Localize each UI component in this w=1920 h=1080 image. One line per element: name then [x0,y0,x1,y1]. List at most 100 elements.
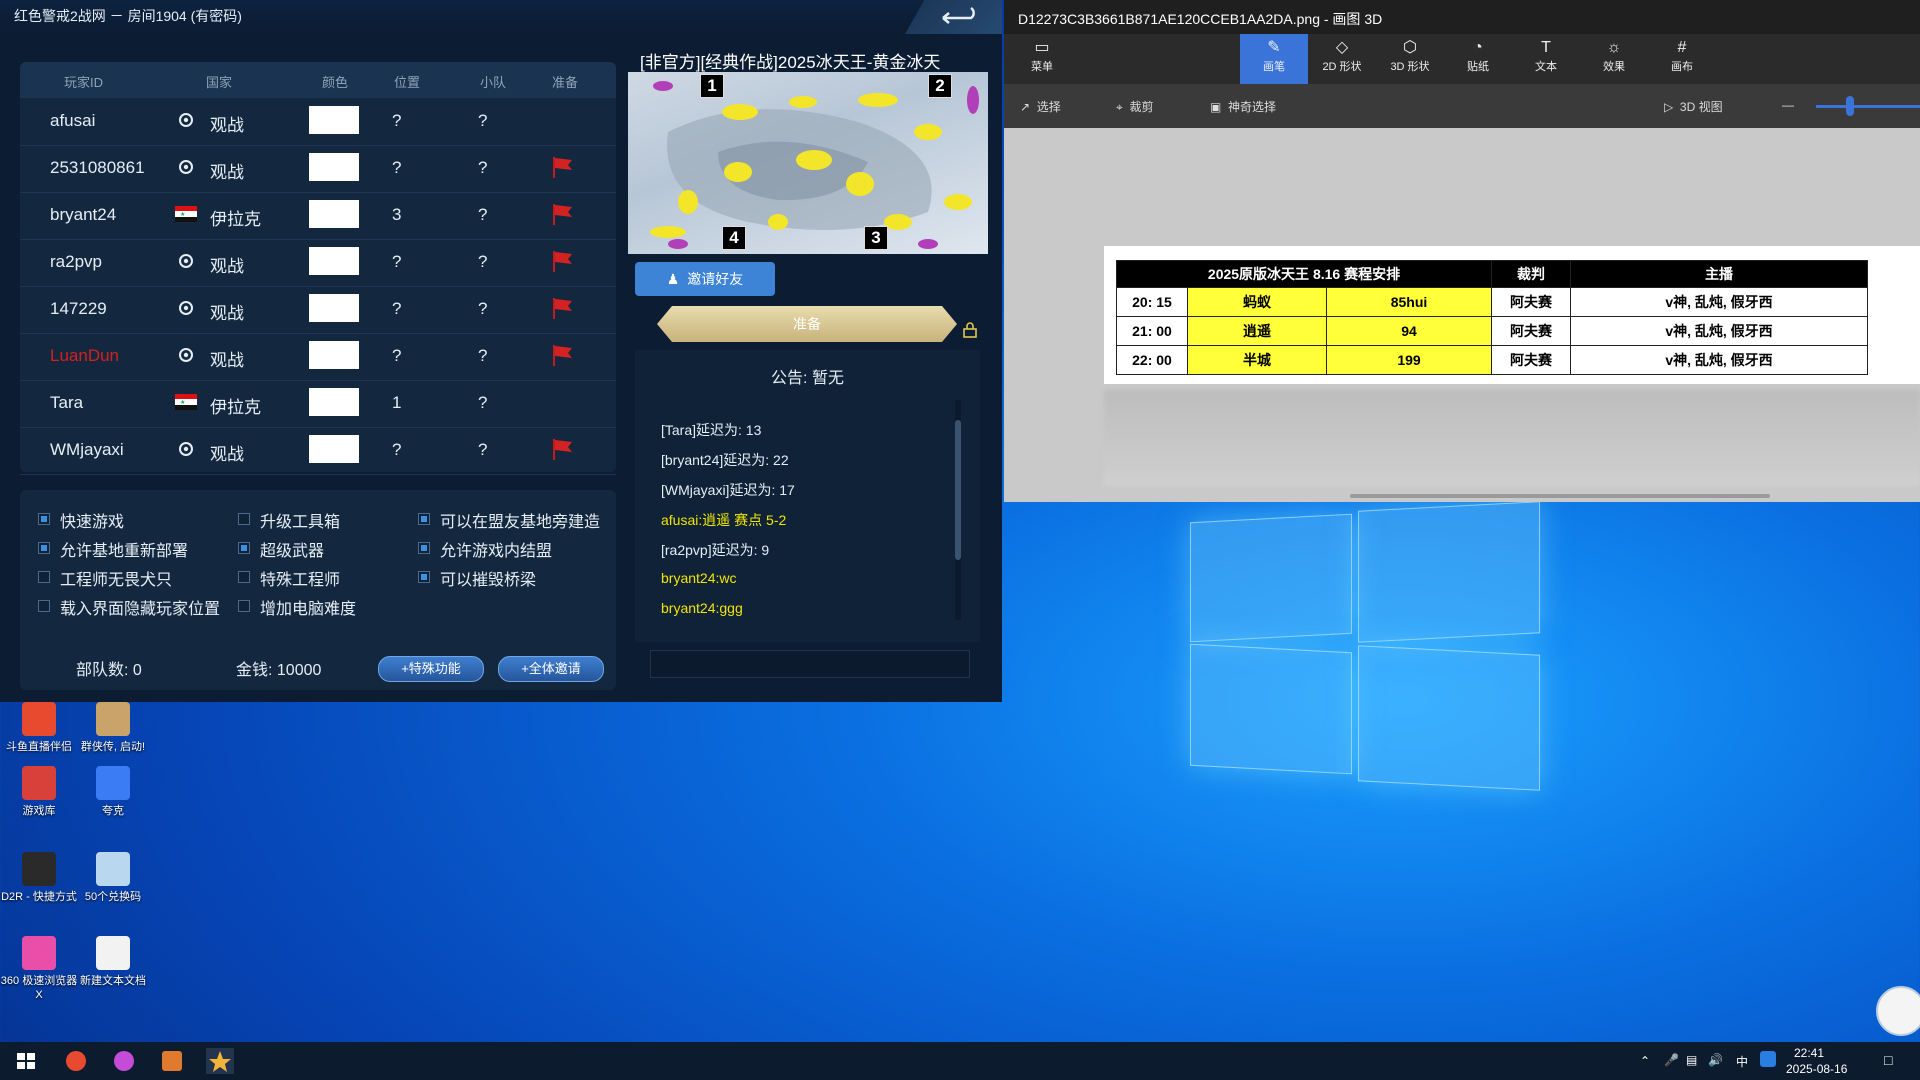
player-color-swatch[interactable] [309,388,359,416]
volume-icon[interactable]: 🔊 [1708,1053,1723,1067]
crop-icon: ⌖ [1116,100,1123,114]
ribbon-effects-button[interactable]: ☼ 效果 [1580,34,1648,84]
player-color-swatch[interactable] [309,341,359,369]
ribbon-brush-button[interactable]: ✎ 画笔 [1240,34,1308,84]
crop-tool[interactable]: ⌖ 裁剪 [1116,98,1153,115]
player-color-swatch[interactable] [309,106,359,134]
special-function-button[interactable]: +特殊功能 [378,656,484,682]
player-team[interactable]: ? [478,299,487,319]
desktop-shortcut[interactable]: 新建文本文档 [74,936,152,988]
ribbon-shapes-2d-button[interactable]: ◇ 2D 形状 [1308,34,1376,84]
desktop-shortcut[interactable]: 群侠传, 启动! [74,702,152,754]
player-color-swatch[interactable] [309,294,359,322]
player-two: 199 [1326,345,1492,375]
clock-date[interactable]: 2025-08-16 [1786,1062,1847,1076]
ribbon-shapes-3d-button[interactable]: ⬡ 3D 形状 [1376,34,1444,84]
player-row[interactable]: Tara ★ 伊拉克 1? [20,380,616,428]
ribbon-sticker-button[interactable]: ◔ 贴纸 [1444,34,1512,84]
player-team[interactable]: ? [478,205,487,225]
taskbar-browser-icon[interactable] [110,1048,138,1074]
player-color-swatch[interactable] [309,200,359,228]
player-position[interactable]: ? [392,158,401,178]
invite-friend-button[interactable]: ♟ 邀请好友 [635,262,775,296]
ime-indicator[interactable]: 中 [1736,1053,1748,1070]
game-option-checkbox[interactable]: 载入界面隐藏玩家位置 [38,595,220,619]
player-nation[interactable]: 观战 [210,158,244,183]
player-nation[interactable]: 伊拉克 [210,393,261,418]
ribbon-text-button[interactable]: T 文本 [1512,34,1580,84]
player-position[interactable]: 3 [392,205,401,225]
player-nation[interactable]: 伊拉克 [210,205,261,230]
canvas-scrollbar[interactable] [1350,494,1770,498]
game-option-label: 可以摧毁桥梁 [440,572,537,589]
select-tool[interactable]: ↗ 选择 [1020,98,1061,115]
player-row[interactable]: afusai 观战?? [20,98,616,146]
desktop-shortcut[interactable]: D2R - 快捷方式 [0,852,78,904]
match-time: 21: 00 [1116,316,1188,346]
player-color-swatch[interactable] [309,435,359,463]
view-3d-toggle[interactable]: ▷ 3D 视图 [1664,98,1723,115]
ready-button[interactable]: 准备 [657,306,957,342]
game-option-checkbox[interactable]: 特殊工程师 [238,566,340,590]
player-row[interactable]: ra2pvp 观战?? [20,239,616,287]
player-team[interactable]: ? [478,346,487,366]
desktop-shortcut[interactable]: 斗鱼直播伴侣 [0,702,78,754]
player-nation[interactable]: 观战 [210,440,244,465]
player-position[interactable]: ? [392,111,401,131]
game-option-checkbox[interactable]: 工程师无畏犬只 [38,566,172,590]
player-row[interactable]: 147229 观战?? [20,286,616,334]
ribbon-folder-button[interactable]: ▭ 菜单 [1008,34,1076,84]
ribbon-canvas-button[interactable]: # 画布 [1648,34,1716,84]
game-option-checkbox[interactable]: 可以摧毁桥梁 [418,566,536,590]
microphone-icon[interactable]: 🎤 [1664,1053,1679,1067]
zoom-out-button[interactable]: — [1782,98,1794,112]
zoom-slider[interactable] [1816,105,1920,108]
clock-time[interactable]: 22:41 [1794,1046,1824,1060]
player-nation[interactable]: 观战 [210,252,244,277]
player-team[interactable]: ? [478,393,487,413]
player-team[interactable]: ? [478,252,487,272]
qq-tray-icon[interactable] [1760,1051,1776,1067]
game-option-checkbox[interactable]: 快速游戏 [38,508,124,532]
notification-icon[interactable]: □ [1884,1052,1892,1068]
desktop-shortcut[interactable]: 夸克 [74,766,152,818]
desktop-shortcut[interactable]: 游戏库 [0,766,78,818]
game-option-checkbox[interactable]: 允许游戏内结盟 [418,537,552,561]
player-nation[interactable]: 观战 [210,111,244,136]
player-row[interactable]: bryant24 ★ 伊拉克 3? [20,192,616,240]
desktop-shortcut[interactable]: 360 极速浏览器X [0,936,78,1002]
game-option-checkbox[interactable]: 超级武器 [238,537,324,561]
game-option-checkbox[interactable]: 升级工具箱 [238,508,340,532]
player-position[interactable]: ? [392,299,401,319]
player-position[interactable]: ? [392,346,401,366]
game-option-checkbox[interactable]: 允许基地重新部署 [38,537,188,561]
invite-all-button[interactable]: +全体邀请 [498,656,604,682]
player-color-swatch[interactable] [309,153,359,181]
player-nation[interactable]: 观战 [210,299,244,324]
chat-input[interactable] [650,650,970,678]
zoom-slider-knob[interactable] [1846,96,1854,116]
player-row[interactable]: LuanDun 观战?? [20,333,616,381]
player-position[interactable]: ? [392,252,401,272]
player-position[interactable]: 1 [392,393,401,413]
game-option-checkbox[interactable]: 可以在盟友基地旁建造 [418,508,600,532]
taskbar-game-icon[interactable] [158,1048,186,1074]
start-windows-icon[interactable] [12,1048,40,1074]
tray-chevron-icon[interactable]: ⌃ [1640,1054,1650,1068]
player-color-swatch[interactable] [309,247,359,275]
taskbar-douyu-icon[interactable] [62,1048,90,1074]
chat-scroll-thumb[interactable] [955,420,961,560]
game-option-checkbox[interactable]: 增加电脑难度 [238,595,356,619]
network-icon[interactable]: ▤ [1686,1053,1697,1067]
magic-select-tool[interactable]: ▣ 神奇选择 [1210,98,1276,115]
player-nation[interactable]: 观战 [210,346,244,371]
player-row[interactable]: 2531080861 观战?? [20,145,616,193]
taskbar-ra2-icon[interactable] [206,1048,234,1074]
player-team[interactable]: ? [478,440,487,460]
player-team[interactable]: ? [478,111,487,131]
player-team[interactable]: ? [478,158,487,178]
floating-assistant-avatar[interactable] [1876,986,1920,1036]
player-row[interactable]: WMjayaxi 观战?? [20,427,616,475]
player-position[interactable]: ? [392,440,401,460]
desktop-shortcut[interactable]: 50个兑换码 [74,852,152,904]
